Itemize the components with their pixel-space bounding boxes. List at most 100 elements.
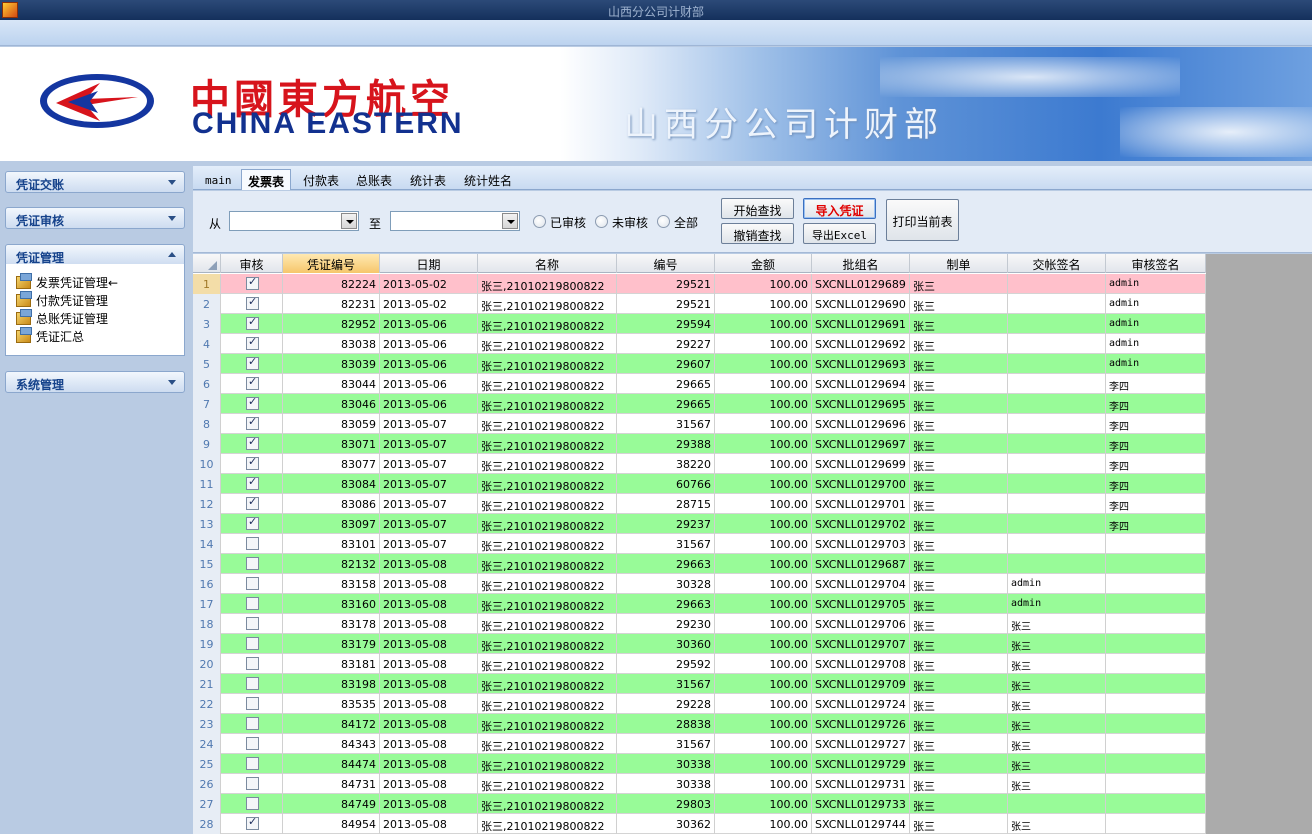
cell-amount[interactable]: 100.00 xyxy=(715,554,812,574)
cell-batch[interactable]: SXCNLL0129689 xyxy=(812,274,910,294)
cell-submit-sign[interactable] xyxy=(1008,414,1106,434)
sidebar-section-voucher-manage[interactable]: 凭证管理 xyxy=(5,244,185,266)
audit-checkbox[interactable] xyxy=(246,395,259,410)
cell-submit-sign[interactable]: admin xyxy=(1008,574,1106,594)
cell-voucher-id[interactable]: 83160 xyxy=(283,594,380,614)
cell-voucher-id[interactable]: 83071 xyxy=(283,434,380,454)
cell-date[interactable]: 2013-05-02 xyxy=(380,274,478,294)
cell-batch[interactable]: SXCNLL0129706 xyxy=(812,614,910,634)
cell-voucher-id[interactable]: 83535 xyxy=(283,694,380,714)
cancel-search-button[interactable]: 撤销查找 xyxy=(721,223,794,244)
cell-code[interactable]: 29592 xyxy=(617,654,715,674)
cell-row-number[interactable]: 21 xyxy=(193,674,221,694)
cell-batch[interactable]: SXCNLL0129700 xyxy=(812,474,910,494)
cell-name[interactable]: 张三,21010219800822 xyxy=(478,734,617,754)
cell-code[interactable]: 31567 xyxy=(617,674,715,694)
audit-checkbox[interactable] xyxy=(246,637,259,650)
audit-checkbox[interactable] xyxy=(246,435,259,450)
cell-amount[interactable]: 100.00 xyxy=(715,614,812,634)
cell-date[interactable]: 2013-05-07 xyxy=(380,474,478,494)
cell-audit-sign[interactable]: admin xyxy=(1106,274,1206,294)
table-row[interactable]: 9 830712013-05-07张三,210102198008222938810… xyxy=(193,434,1206,454)
cell-batch[interactable]: SXCNLL0129726 xyxy=(812,714,910,734)
cell-code[interactable]: 29663 xyxy=(617,554,715,574)
cell-date[interactable]: 2013-05-07 xyxy=(380,494,478,514)
cell-row-number[interactable]: 25 xyxy=(193,754,221,774)
cell-maker[interactable]: 张三 xyxy=(910,734,1008,754)
cell-row-number[interactable]: 1 xyxy=(193,274,221,294)
cell-row-number[interactable]: 19 xyxy=(193,634,221,654)
cell-date[interactable]: 2013-05-06 xyxy=(380,374,478,394)
table-row[interactable]: 13 830972013-05-07张三,21010219800822292371… xyxy=(193,514,1206,534)
cell-voucher-id[interactable]: 83077 xyxy=(283,454,380,474)
table-row[interactable]: 22 83535 2013-05-08 张三,21010219800822 29228 1… xyxy=(193,694,1206,714)
cell-audit-sign[interactable] xyxy=(1106,594,1206,614)
cell-voucher-id[interactable]: 83084 xyxy=(283,474,380,494)
table-row[interactable]: 6 830442013-05-06张三,210102198008222966510… xyxy=(193,374,1206,394)
table-row[interactable]: 16 83158 2013-05-08 张三,21010219800822 30328 1… xyxy=(193,574,1206,594)
cell-code[interactable]: 30328 xyxy=(617,574,715,594)
cell-audit-sign[interactable]: admin xyxy=(1106,354,1206,374)
cell-batch[interactable]: SXCNLL0129693 xyxy=(812,354,910,374)
import-voucher-button[interactable]: 导入凭证 xyxy=(803,198,876,219)
cell-batch[interactable]: SXCNLL0129690 xyxy=(812,294,910,314)
audit-checkbox[interactable] xyxy=(246,275,259,290)
cell-audit-sign[interactable] xyxy=(1106,554,1206,574)
cell-maker[interactable]: 张三 xyxy=(910,654,1008,674)
cell-maker[interactable]: 张三 xyxy=(910,314,1008,334)
print-table-button[interactable]: 打印当前表 xyxy=(886,199,959,241)
table-row[interactable]: 17 83160 2013-05-08 张三,21010219800822 29663 1… xyxy=(193,594,1206,614)
cell-name[interactable]: 张三,21010219800822 xyxy=(478,774,617,794)
cell-date[interactable]: 2013-05-08 xyxy=(380,774,478,794)
cell-submit-sign[interactable] xyxy=(1008,794,1106,814)
cell-audit-sign[interactable] xyxy=(1106,694,1206,714)
sidebar-item-voucher-summary[interactable]: 凭证汇总 xyxy=(16,327,84,346)
cell-code[interactable]: 29594 xyxy=(617,314,715,334)
cell-amount[interactable]: 100.00 xyxy=(715,534,812,554)
cell-submit-sign[interactable] xyxy=(1008,354,1106,374)
table-row[interactable]: 8 830592013-05-07张三,210102198008223156710… xyxy=(193,414,1206,434)
cell-voucher-id[interactable]: 82952 xyxy=(283,314,380,334)
cell-voucher-id[interactable]: 84954 xyxy=(283,814,380,834)
table-row[interactable]: 4 830382013-05-06张三,210102198008222922710… xyxy=(193,334,1206,354)
cell-date[interactable]: 2013-05-06 xyxy=(380,354,478,374)
cell-submit-sign[interactable] xyxy=(1008,294,1106,314)
cell-name[interactable]: 张三,21010219800822 xyxy=(478,454,617,474)
audit-checkbox[interactable] xyxy=(246,355,259,370)
cell-voucher-id[interactable]: 83179 xyxy=(283,634,380,654)
cell-amount[interactable]: 100.00 xyxy=(715,334,812,354)
cell-voucher-id[interactable]: 83181 xyxy=(283,654,380,674)
cell-maker[interactable]: 张三 xyxy=(910,474,1008,494)
cell-voucher-id[interactable]: 83059 xyxy=(283,414,380,434)
cell-submit-sign[interactable]: 张三 xyxy=(1008,674,1106,694)
cell-batch[interactable]: SXCNLL0129699 xyxy=(812,454,910,474)
cell-date[interactable]: 2013-05-08 xyxy=(380,714,478,734)
cell-amount[interactable]: 100.00 xyxy=(715,454,812,474)
table-row[interactable]: 28 849542013-05-08张三,21010219800822303621… xyxy=(193,814,1206,834)
cell-submit-sign[interactable]: 张三 xyxy=(1008,634,1106,654)
cell-code[interactable]: 30362 xyxy=(617,814,715,834)
cell-amount[interactable]: 100.00 xyxy=(715,414,812,434)
cell-maker[interactable]: 张三 xyxy=(910,494,1008,514)
select-all-corner[interactable] xyxy=(193,254,221,273)
cell-code[interactable]: 30338 xyxy=(617,774,715,794)
cell-amount[interactable]: 100.00 xyxy=(715,314,812,334)
cell-date[interactable]: 2013-05-08 xyxy=(380,654,478,674)
cell-maker[interactable]: 张三 xyxy=(910,754,1008,774)
cell-code[interactable]: 29237 xyxy=(617,514,715,534)
cell-audit-sign[interactable] xyxy=(1106,814,1206,834)
cell-submit-sign[interactable] xyxy=(1008,514,1106,534)
cell-voucher-id[interactable]: 82231 xyxy=(283,294,380,314)
cell-code[interactable]: 28715 xyxy=(617,494,715,514)
cell-submit-sign[interactable]: 张三 xyxy=(1008,734,1106,754)
column-header-audit-check[interactable]: 审核 xyxy=(221,254,283,273)
cell-batch[interactable]: SXCNLL0129703 xyxy=(812,534,910,554)
cell-row-number[interactable]: 3 xyxy=(193,314,221,334)
audit-checkbox[interactable] xyxy=(246,737,259,750)
cell-audit-sign[interactable] xyxy=(1106,774,1206,794)
table-row[interactable]: 25 84474 2013-05-08 张三,21010219800822 30338 1… xyxy=(193,754,1206,774)
table-row[interactable]: 5 830392013-05-06张三,210102198008222960710… xyxy=(193,354,1206,374)
cell-audit-sign[interactable]: 李四 xyxy=(1106,414,1206,434)
cell-audit-sign[interactable]: 李四 xyxy=(1106,374,1206,394)
cell-voucher-id[interactable]: 83101 xyxy=(283,534,380,554)
